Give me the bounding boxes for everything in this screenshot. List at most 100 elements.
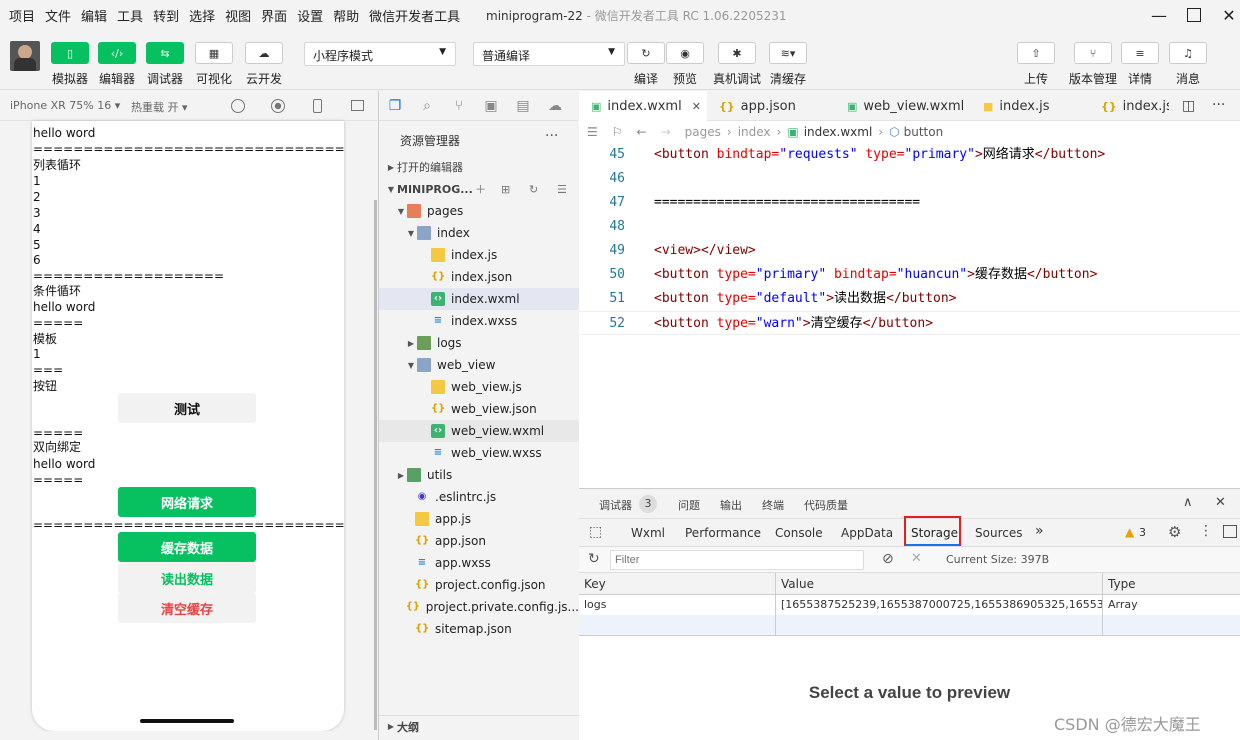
more-icon[interactable]: ··· (545, 128, 558, 144)
editor-button[interactable]: ‹/› 编辑器 (98, 42, 136, 87)
tree-file-web-view-js[interactable]: JS web_view.js (379, 376, 579, 398)
clear-cache-button[interactable]: ≋▾ 清缓存 (769, 42, 807, 87)
back-arrow-icon[interactable]: ← (637, 125, 647, 139)
tree-file-index-json[interactable]: {} index.json (379, 266, 579, 288)
menu-help[interactable]: 帮助 (333, 6, 359, 25)
code-line[interactable]: 48 (579, 215, 1240, 239)
tree-folder-web-view[interactable]: ▼ web_view (379, 354, 579, 376)
column-header-key[interactable]: Key (579, 573, 776, 595)
tab-index-json[interactable]: {}index.jsc (1089, 91, 1169, 121)
tree-file-index-wxss[interactable]: ≡ index.wxss (379, 310, 579, 332)
tab-sources[interactable]: Sources (975, 526, 1022, 540)
cloud-icon[interactable]: ☁ (547, 98, 563, 114)
code-line[interactable]: 50 <button type="primary" bindtap="huancu… (579, 263, 1240, 287)
tab-storage[interactable]: Storage (911, 526, 958, 540)
warning-icon[interactable]: ▲ (1125, 525, 1134, 539)
tab-debugger[interactable]: 调试器 (599, 497, 632, 513)
tree-folder-index[interactable]: ▼ index (379, 222, 579, 244)
column-header-value[interactable]: Value (776, 573, 1103, 595)
gear-icon[interactable]: ⚙ (1168, 523, 1181, 541)
tree-folder-pages[interactable]: ▼ pages (379, 200, 579, 222)
list-icon[interactable]: ☰ (587, 125, 598, 139)
clear-all-icon[interactable]: ⊘ (882, 551, 894, 567)
maximize-icon[interactable] (1182, 5, 1206, 25)
preview-button[interactable]: ◉ 预览 (666, 42, 704, 87)
more-tabs-icon[interactable]: » (1035, 523, 1044, 539)
tab-performance[interactable]: Performance (685, 526, 761, 540)
phone-icon[interactable] (313, 99, 322, 113)
tab-output[interactable]: 输出 (720, 497, 742, 513)
hot-reload-toggle[interactable]: 热重载 开 ▾ (131, 99, 188, 115)
code-line[interactable]: 45 <button bindtap="requests" type="prima… (579, 143, 1240, 167)
avatar[interactable] (10, 41, 40, 71)
refresh-icon[interactable]: ↻ (588, 551, 600, 567)
tree-file-web-view-json[interactable]: {} web_view.json (379, 398, 579, 420)
tab-appdata[interactable]: AppData (841, 526, 893, 540)
test-button[interactable]: 测试 (118, 393, 256, 423)
extensions-icon[interactable]: ▣ (483, 98, 499, 114)
code-line[interactable]: 47 ================================== (579, 191, 1240, 215)
menu-goto[interactable]: 转到 (153, 6, 179, 25)
new-folder-icon[interactable]: ⊞ (501, 183, 510, 196)
tree-file-web-view-wxss[interactable]: ≡ web_view.wxss (379, 442, 579, 464)
menu-file[interactable]: 文件 (45, 6, 71, 25)
tree-file-app-json[interactable]: {} app.json (379, 530, 579, 552)
messages-button[interactable]: ♫ 消息 (1169, 42, 1207, 87)
open-editors-section[interactable]: ▶ 打开的编辑器 (379, 156, 579, 178)
network-request-button[interactable]: 网络请求 (118, 487, 256, 517)
stop-icon[interactable] (271, 99, 285, 113)
tree-file-app-js[interactable]: JS app.js (379, 508, 579, 530)
window-icon[interactable] (351, 100, 364, 111)
menu-select[interactable]: 选择 (189, 6, 215, 25)
read-data-button[interactable]: 读出数据 (118, 563, 256, 593)
real-device-debug-button[interactable]: ✱ 真机调试 (713, 42, 761, 87)
tab-app-json[interactable]: {} app.json (707, 91, 835, 121)
split-editor-icon[interactable]: ◫ (1182, 98, 1195, 114)
compile-button[interactable]: ↻ 编译 (627, 42, 665, 87)
tab-terminal[interactable]: 终端 (762, 497, 784, 513)
tree-file-project-private-config[interactable]: {} project.private.config.js... (379, 596, 579, 618)
breadcrumb-item[interactable]: button (904, 125, 944, 139)
code-line[interactable]: 49 <view></view> (579, 239, 1240, 263)
version-button[interactable]: ⑂ 版本管理 (1069, 42, 1117, 87)
column-header-type[interactable]: Type (1103, 573, 1240, 595)
breadcrumb-item[interactable]: pages (685, 125, 721, 139)
dock-icon[interactable] (1223, 525, 1237, 538)
close-icon[interactable]: ✕ (692, 100, 701, 113)
forward-arrow-icon[interactable]: → (661, 125, 671, 139)
outline-section[interactable]: ▶ 大纲 (379, 715, 579, 737)
tab-web-view-wxml[interactable]: ▣ web_view.wxml (835, 91, 971, 121)
delete-selected-icon[interactable]: ✕ (911, 551, 922, 566)
simulator-button[interactable]: ▯ 模拟器 (51, 42, 89, 87)
scrollbar[interactable] (374, 200, 377, 730)
details-button[interactable]: ≡ 详情 (1121, 42, 1159, 87)
new-file-icon[interactable]: ＋ (475, 181, 486, 197)
tree-file-index-wxml[interactable]: ‹› index.wxml (379, 288, 579, 310)
panel-icon[interactable]: ▤ (515, 98, 531, 114)
code-line[interactable]: 46 (579, 167, 1240, 191)
device-select[interactable]: iPhone XR 75% 16 ▾ (10, 99, 120, 112)
debugger-button[interactable]: ⇆ 调试器 (146, 42, 184, 87)
breadcrumb-item[interactable]: index.wxml (804, 125, 873, 139)
menu-project[interactable]: 项目 (9, 6, 35, 25)
upload-button[interactable]: ⇧ 上传 (1017, 42, 1055, 87)
tab-index-wxml[interactable]: ▣ index.wxml ✕ (579, 91, 707, 121)
collapse-icon[interactable]: ☰ (557, 183, 567, 196)
refresh-icon[interactable]: ↻ (529, 183, 538, 196)
tree-folder-utils[interactable]: ▶ utils (379, 464, 579, 486)
tree-file-index-js[interactable]: JS index.js (379, 244, 579, 266)
menu-wechat-devtools[interactable]: 微信开发者工具 (369, 6, 460, 25)
kebab-menu-icon[interactable]: ⋮ (1199, 523, 1213, 539)
tab-index-js[interactable]: ■ index.js (971, 91, 1089, 121)
mode-select[interactable]: 小程序模式 ▼ (304, 42, 456, 66)
cache-data-button[interactable]: 缓存数据 (118, 532, 256, 562)
clear-cache-button[interactable]: 清空缓存 (118, 593, 256, 623)
more-icon[interactable]: ··· (1212, 97, 1225, 113)
tree-folder-logs[interactable]: ▶ logs (379, 332, 579, 354)
menu-settings[interactable]: 设置 (297, 6, 323, 25)
inspect-icon[interactable]: ⬚ (589, 524, 602, 540)
menu-interface[interactable]: 界面 (261, 6, 287, 25)
table-cell-key[interactable]: logs (579, 595, 776, 615)
breadcrumb-item[interactable]: index (738, 125, 771, 139)
menu-tools[interactable]: 工具 (117, 6, 143, 25)
